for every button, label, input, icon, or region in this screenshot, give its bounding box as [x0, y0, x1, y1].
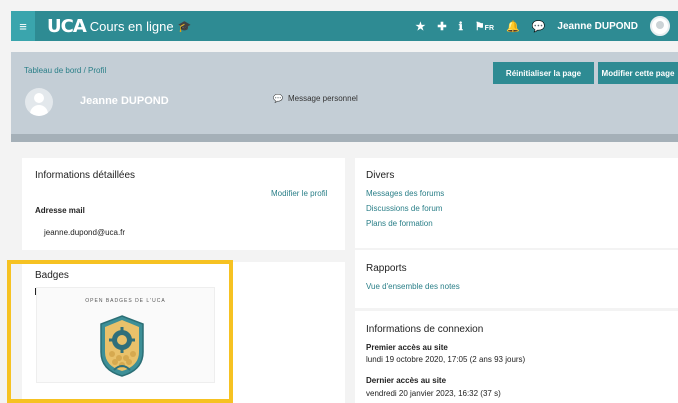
profile-header: Tableau de bord / Profil Jeanne DUPOND 💬…	[11, 52, 678, 142]
site-logo[interactable]: UCA	[47, 16, 87, 37]
personal-message-link[interactable]: 💬 Message personnel	[273, 94, 358, 103]
menu-toggle-button[interactable]: ≡	[11, 11, 35, 41]
detailed-info-title: Informations détaillées	[35, 170, 136, 181]
personal-message-label: Message personnel	[287, 94, 358, 103]
site-name-link[interactable]: Cours en ligne 🎓	[90, 19, 192, 34]
info-icon[interactable]: ℹ	[459, 20, 463, 33]
last-access-value: vendredi 20 janvier 2023, 16:32 (37 s)	[366, 389, 501, 398]
star-icon[interactable]: ★	[416, 20, 426, 33]
chat-icon: 💬	[273, 94, 283, 103]
profile-name: Jeanne DUPOND	[80, 95, 169, 107]
profile-avatar	[25, 88, 53, 116]
user-name[interactable]: Jeanne DUPOND	[557, 21, 638, 32]
detailed-info-card: Informations détaillées Modifier le prof…	[22, 158, 345, 250]
email-label: Adresse mail	[35, 206, 85, 215]
edit-page-button[interactable]: Modifier cette page	[598, 62, 678, 84]
site-name-label: Cours en ligne	[89, 18, 174, 34]
login-info-card: Informations de connexion Premier accès …	[355, 311, 678, 403]
flag-icon[interactable]: ⚑FR	[475, 20, 494, 33]
email-value: jeanne.dupond@uca.fr	[44, 228, 126, 237]
chat-icon[interactable]: 💬	[532, 20, 546, 33]
top-navbar: ≡ UCA Cours en ligne 🎓 ★ ✚ ℹ ⚑FR 🔔 💬 Jea…	[11, 11, 678, 41]
misc-title: Divers	[366, 170, 395, 181]
graduation-cap-icon: 🎓	[177, 20, 192, 33]
first-access-label: Premier accès au site	[366, 343, 448, 352]
learning-plans-link[interactable]: Plans de formation	[366, 219, 433, 228]
header-divider	[11, 134, 678, 142]
user-avatar[interactable]	[650, 16, 670, 36]
top-icons-group: ★ ✚ ℹ ⚑FR 🔔 💬 Jeanne DUPOND	[416, 11, 670, 41]
reports-title: Rapports	[366, 263, 407, 274]
hamburger-icon: ≡	[19, 18, 27, 34]
breadcrumb[interactable]: Tableau de bord / Profil	[24, 66, 106, 75]
edit-profile-link[interactable]: Modifier le profil	[271, 189, 327, 198]
plus-icon[interactable]: ✚	[437, 20, 446, 33]
badges-highlight-frame	[7, 260, 233, 403]
forum-discussions-link[interactable]: Discussions de forum	[366, 204, 442, 213]
login-info-title: Informations de connexion	[366, 324, 484, 335]
last-access-label: Dernier accès au site	[366, 376, 447, 385]
reports-card: Rapports Vue d'ensemble des notes	[355, 250, 678, 308]
forum-messages-link[interactable]: Messages des forums	[366, 189, 444, 198]
language-label: FR	[484, 24, 495, 32]
misc-card: Divers Messages des forums Discussions d…	[355, 158, 678, 248]
reset-page-button[interactable]: Réinitialiser la page	[493, 62, 594, 84]
grades-overview-link[interactable]: Vue d'ensemble des notes	[366, 282, 460, 291]
bell-icon[interactable]: 🔔	[506, 20, 520, 33]
first-access-value: lundi 19 octobre 2020, 17:05 (2 ans 93 j…	[366, 355, 526, 364]
